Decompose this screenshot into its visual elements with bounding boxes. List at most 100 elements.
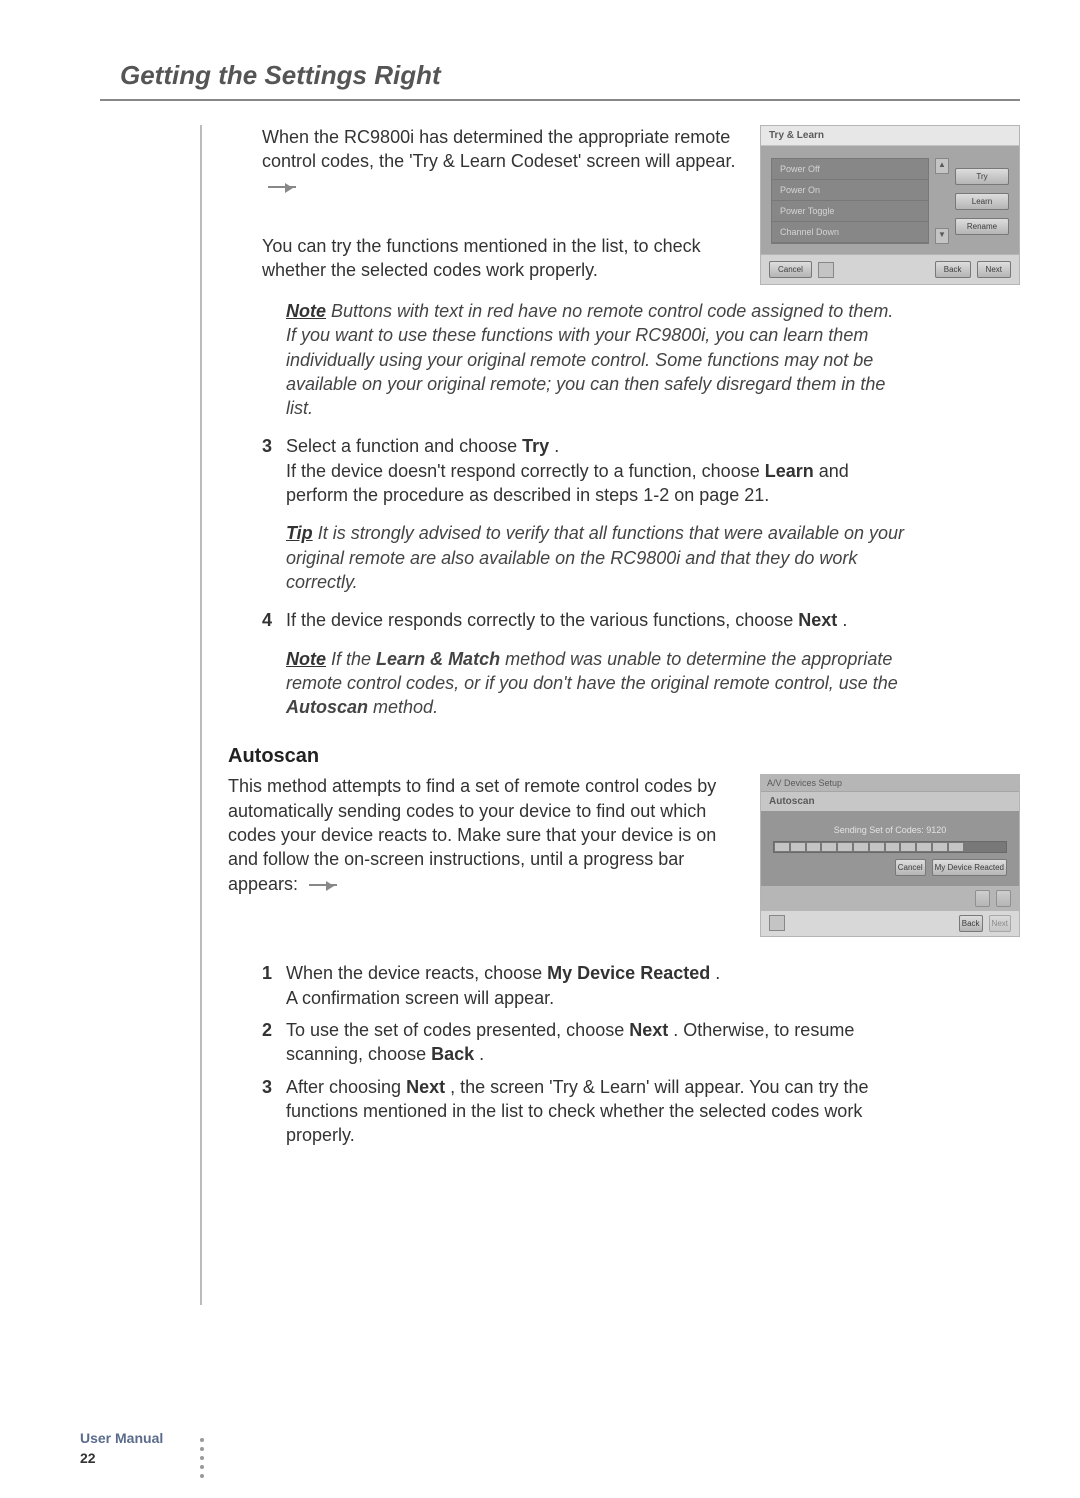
back-button[interactable]: Back [935,261,971,278]
autoscan-heading: Autoscan [228,743,848,770]
autoscan-word: Autoscan [286,697,368,717]
keyboard-icon[interactable] [769,915,785,931]
text: Select a function and choose [286,436,522,456]
text: To use the set of codes presented, choos… [286,1020,629,1040]
device1-title: Try & Learn [761,126,1019,146]
autoscan-screenshot: A/V Devices Setup Autoscan Sending Set o… [760,774,1020,937]
next-word: Next [629,1020,668,1040]
note-label: Note [286,301,326,321]
device1-footer-right: Back Next [935,261,1011,278]
disabled-button [996,890,1011,907]
device2-actions: Cancel My Device Reacted [773,859,1007,876]
device2-body: Sending Set of Codes: 9120 Cancel My Dev… [761,811,1019,886]
autoscan-section: Autoscan This method attempts to find a … [262,743,1020,937]
learn-word: Learn [765,461,814,481]
page-footer: User Manual 22 [80,1430,163,1468]
page: Getting the Settings Right When the RC98… [0,0,1080,1498]
scroll-up-icon[interactable]: ▲ [935,158,949,174]
tip-label: Tip [286,523,313,543]
step-number: 3 [262,1075,286,1148]
intro-p1-text: When the RC9800i has determined the appr… [262,127,735,171]
cancel-button[interactable]: Cancel [769,261,812,278]
arrow-icon [268,186,296,188]
chapter-title: Getting the Settings Right [120,60,1020,91]
decorative-dots [200,1438,204,1478]
list-item[interactable]: Power On [772,180,928,201]
learn-button[interactable]: Learn [955,193,1009,210]
device2-subheading: Autoscan [761,792,1019,811]
device2: A/V Devices Setup Autoscan Sending Set o… [760,774,1020,937]
step-number: 3 [262,434,286,507]
text: . [554,436,559,456]
my-device-reacted-word: My Device Reacted [547,963,710,983]
device2-foot2: Back Next [761,911,1019,936]
autoscan-step-3: 3 After choosing Next , the screen 'Try … [262,1075,882,1148]
autoscan-step-2: 2 To use the set of codes presented, cho… [262,1018,882,1067]
keyboard-icon[interactable] [818,262,834,278]
step-3: 3 Select a function and choose Try . If … [262,434,882,507]
list-item[interactable]: Channel Down [772,222,928,243]
rename-button[interactable]: Rename [955,218,1009,235]
disabled-button [975,890,990,907]
next-button: Next [989,915,1011,932]
device1-scrollbar[interactable]: ▲ ▼ [935,158,949,244]
try-button[interactable]: Try [955,168,1009,185]
autoscan-step-1: 1 When the device reacts, choose My Devi… [262,961,882,1010]
text: When the device reacts, choose [286,963,547,983]
device1-footer-left: Cancel [769,261,834,278]
note-text: Buttons with text in red have no remote … [286,301,893,418]
step-body: To use the set of codes presented, choos… [286,1018,882,1067]
step-body: After choosing Next , the screen 'Try & … [286,1075,882,1148]
text: . [479,1044,484,1064]
try-word: Try [522,436,549,456]
note-text: If the Learn & Match method was unable t… [286,649,898,718]
autoscan-text: This method attempts to find a set of re… [228,774,742,895]
learn-match-word: Learn & Match [376,649,500,669]
device2-title: A/V Devices Setup [767,778,842,788]
text: . [715,963,720,983]
note-2: Note If the Learn & Match method was una… [286,647,906,720]
scroll-down-icon[interactable]: ▼ [935,228,949,244]
device1-body: Power Off Power On Power Toggle Channel … [761,146,1019,254]
intro-p2: You can try the functions mentioned in t… [262,234,742,283]
cancel-button[interactable]: Cancel [895,859,926,876]
tip-1: Tip It is strongly advised to verify tha… [286,521,906,594]
arrow-icon [309,884,337,886]
device1-right-buttons: Try Learn Rename [955,158,1009,244]
note-label: Note [286,649,326,669]
my-device-reacted-button[interactable]: My Device Reacted [932,859,1007,876]
list-item[interactable]: Power Toggle [772,201,928,222]
progress-bar [773,841,1007,853]
step-body: Select a function and choose Try . If th… [286,434,882,507]
autoscan-row: This method attempts to find a set of re… [262,774,1020,937]
step-body: If the device responds correctly to the … [286,608,882,632]
page-number: 22 [80,1450,96,1466]
text: method. [373,697,438,717]
sending-label: Sending Set of Codes: 9120 [773,825,1007,835]
device1-footer: Cancel Back Next [761,254,1019,284]
intro-row: When the RC9800i has determined the appr… [262,125,1020,285]
try-learn-screenshot: Try & Learn Power Off Power On Power Tog… [760,125,1020,285]
next-button[interactable]: Next [977,261,1011,278]
step-4: 4 If the device responds correctly to th… [262,608,882,632]
back-word: Back [431,1044,474,1064]
device1-function-list[interactable]: Power Off Power On Power Toggle Channel … [771,158,929,244]
device1: Try & Learn Power Off Power On Power Tog… [760,125,1020,285]
list-item[interactable]: Power Off [772,159,928,180]
text: . [842,610,847,630]
footer-label: User Manual [80,1430,163,1446]
back-button[interactable]: Back [959,915,983,932]
main-column: When the RC9800i has determined the appr… [200,125,1020,1305]
text: This method attempts to find a set of re… [228,776,716,893]
device2-foot [761,886,1019,911]
step-number: 2 [262,1018,286,1067]
step-body: When the device reacts, choose My Device… [286,961,882,1010]
step-number: 4 [262,608,286,632]
text: If the device doesn't respond correctly … [286,461,765,481]
text: After choosing [286,1077,406,1097]
note-1: Note Buttons with text in red have no re… [286,299,906,420]
next-word: Next [406,1077,445,1097]
text: A confirmation screen will appear. [286,988,554,1008]
step-number: 1 [262,961,286,1010]
tip-text: It is strongly advised to verify that al… [286,523,904,592]
